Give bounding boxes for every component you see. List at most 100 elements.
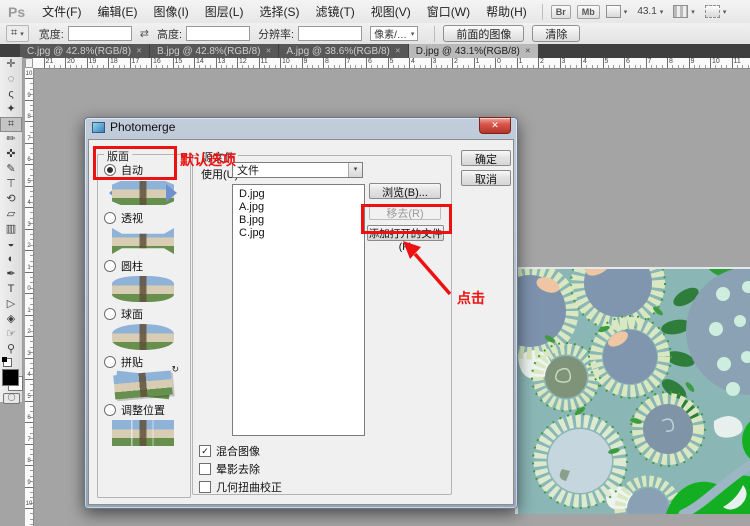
gradient-tool[interactable]: ▥: [0, 222, 22, 237]
foreground-color-swatch[interactable]: [2, 369, 19, 386]
ruler-tick: [280, 58, 281, 68]
menu-item-window[interactable]: 窗口(W): [420, 1, 477, 22]
ruler-tick: [302, 58, 303, 68]
close-tab-icon[interactable]: ✕: [265, 47, 271, 55]
dialog-close-button[interactable]: ✕: [479, 117, 511, 134]
swap-dimensions-icon[interactable]: ⇄: [140, 27, 149, 40]
dialog-body: 版面 自动透视圆柱球面拼贴调整位置 源文件 使用(U): 文件 ▾ D.jpgA…: [88, 139, 514, 505]
quick-mask-button[interactable]: ◯: [3, 393, 20, 404]
layout-option-cylindrical[interactable]: 圆柱: [104, 259, 190, 273]
dialog-titlebar[interactable]: Photomerge ✕: [85, 118, 517, 136]
document-tab-d[interactable]: D.jpg @ 43.1%(RGB/8)✕: [409, 44, 538, 58]
file-item[interactable]: A.jpg: [233, 201, 364, 214]
ruler-minor-tick: [30, 105, 33, 106]
zoom-level-button[interactable]: 43.1▾: [637, 6, 663, 17]
type-tool[interactable]: T: [0, 282, 22, 297]
file-item[interactable]: D.jpg: [233, 188, 364, 201]
ruler-minor-tick: [30, 282, 33, 283]
brush-tool[interactable]: ✎: [0, 162, 22, 177]
ruler-minor-tick: [414, 65, 415, 68]
menu-item-edit[interactable]: 编辑(E): [90, 1, 144, 22]
ruler-tick: [624, 58, 625, 68]
close-tab-icon[interactable]: ✕: [395, 47, 401, 55]
height-input[interactable]: [186, 26, 250, 41]
clone-stamp-tool[interactable]: ⊤: [0, 177, 22, 192]
dodge-tool[interactable]: ◐: [0, 252, 22, 267]
path-selection-tool[interactable]: ▷: [0, 297, 22, 312]
document-tab-a[interactable]: A.jpg @ 38.6%(RGB/8)✕: [279, 44, 407, 58]
horizontal-ruler[interactable]: 1110987654321012345678910111213141516171…: [33, 58, 750, 69]
ok-button[interactable]: 确定: [461, 150, 511, 166]
layout-option-spherical[interactable]: 球面: [104, 307, 190, 321]
eraser-tool[interactable]: ▱: [0, 207, 22, 222]
screen-mode-button[interactable]: ▾: [705, 5, 727, 18]
arrange-documents-button[interactable]: ▾: [673, 5, 695, 18]
crop-tool-preset-button[interactable]: ⌗▾: [6, 25, 29, 42]
history-brush-tool[interactable]: ⟲: [0, 192, 22, 207]
document-tab-b[interactable]: B.jpg @ 42.8%(RGB/8)✕: [150, 44, 278, 58]
checkbox-blend-images[interactable]: ✓混合图像: [199, 442, 282, 460]
layout-thumb-reposition: [112, 420, 174, 446]
checkbox-geometric-distortion-correction[interactable]: 几何扭曲校正: [199, 478, 282, 496]
source-file-list[interactable]: D.jpgA.jpgB.jpgC.jpg: [232, 184, 365, 436]
launch-bridge-button[interactable]: Br: [551, 5, 571, 19]
menu-item-layer[interactable]: 图层(L): [198, 1, 251, 22]
close-tab-icon[interactable]: ✕: [525, 47, 531, 55]
file-item[interactable]: B.jpg: [233, 214, 364, 227]
ruler-minor-tick: [608, 65, 609, 68]
move-tool[interactable]: ✛: [0, 57, 22, 72]
blur-tool[interactable]: ◒: [0, 237, 22, 252]
clear-button[interactable]: 清除: [532, 25, 580, 42]
ruler-minor-tick: [76, 65, 77, 68]
front-image-button[interactable]: 前面的图像: [443, 25, 524, 42]
default-colors-icon[interactable]: [3, 358, 12, 367]
ruler-minor-tick: [30, 261, 33, 262]
zoom-tool[interactable]: ⚲: [0, 342, 22, 357]
vertical-ruler[interactable]: 10987654321012345678910: [25, 68, 34, 526]
ruler-minor-tick: [30, 110, 33, 111]
layout-option-reposition[interactable]: 调整位置: [104, 403, 190, 417]
eyedropper-tool[interactable]: ✏: [0, 132, 22, 147]
view-extras-button[interactable]: ▾: [606, 5, 628, 18]
crop-tool[interactable]: ⌗: [0, 117, 22, 132]
quick-selection-tool[interactable]: ✦: [0, 102, 22, 117]
hand-tool[interactable]: ☞: [0, 327, 22, 342]
ruler-minor-tick: [30, 304, 33, 305]
layout-option-perspective[interactable]: 透视: [104, 211, 190, 225]
ruler-minor-tick: [285, 65, 286, 68]
ruler-minor-tick: [189, 65, 190, 68]
width-input[interactable]: [68, 26, 132, 41]
ruler-minor-tick: [694, 65, 695, 68]
cancel-button[interactable]: 取消: [461, 170, 511, 186]
document-canvas: [515, 267, 750, 514]
close-tab-icon[interactable]: ✕: [136, 47, 142, 55]
pen-tool[interactable]: ✒: [0, 267, 22, 282]
healing-brush-tool[interactable]: ✜: [0, 147, 22, 162]
ruler-minor-tick: [549, 65, 550, 68]
menu-item-help[interactable]: 帮助(H): [479, 1, 534, 22]
resolution-unit-dropdown[interactable]: 像素/…▾: [370, 26, 418, 41]
menu-item-select[interactable]: 选择(S): [252, 1, 306, 22]
ruler-minor-tick: [253, 65, 254, 68]
ruler-tick: [25, 121, 33, 122]
checkbox-vignette-removal[interactable]: 晕影去除: [199, 460, 282, 478]
file-item[interactable]: C.jpg: [233, 227, 364, 240]
menu-item-file[interactable]: 文件(F): [35, 1, 88, 22]
menu-items: 文件(F)编辑(E)图像(I)图层(L)选择(S)滤镜(T)视图(V)窗口(W)…: [35, 1, 534, 22]
ruler-minor-tick: [30, 341, 33, 342]
browse-button[interactable]: 浏览(B)...: [369, 183, 441, 199]
launch-mini-bridge-button[interactable]: Mb: [577, 5, 600, 19]
resolution-input[interactable]: [298, 26, 362, 41]
menu-item-filter[interactable]: 滤镜(T): [308, 1, 361, 22]
menu-item-image[interactable]: 图像(I): [146, 1, 195, 22]
ruler-minor-tick: [30, 169, 33, 170]
menu-item-view[interactable]: 视图(V): [364, 1, 418, 22]
checkbox-label: 几何扭曲校正: [216, 479, 282, 495]
marquee-tool[interactable]: ◌: [0, 72, 22, 87]
ruler-tick: [431, 58, 432, 68]
thumb-scene: [113, 370, 173, 399]
lasso-tool[interactable]: ς: [0, 87, 22, 102]
custom-shape-tool[interactable]: ◈: [0, 312, 22, 327]
use-dropdown[interactable]: 文件 ▾: [232, 162, 363, 178]
document-tab-c[interactable]: C.jpg @ 42.8%(RGB/8)✕: [20, 44, 149, 58]
